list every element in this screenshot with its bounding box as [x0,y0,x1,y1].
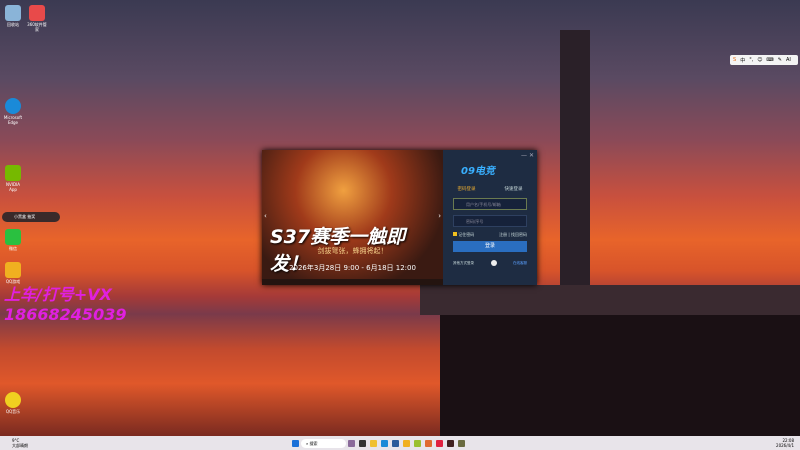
clock[interactable]: 22:08 2026/4/1 [776,438,800,448]
game-icon[interactable] [447,439,454,447]
nvidia-icon [5,165,21,181]
desktop-icon-recycle-bin[interactable]: 回收站 [2,5,24,27]
username-input[interactable]: 用户名/手机号/邮箱 [453,198,527,210]
banner-links [262,279,443,285]
other-login-icon[interactable] [490,260,497,266]
app-icon[interactable] [414,439,421,447]
promo-banner[interactable]: ‹ › S37赛季一触即发！ 剑拔弩张，蜂拥将起！ 2026年3月28日 9:0… [262,150,443,285]
login-button[interactable]: 登录 [453,241,527,252]
support-link[interactable]: 在线客服 [513,261,527,266]
qqmusic-icon [5,392,21,408]
remember-checkbox[interactable]: 记住密码 [453,232,474,238]
pier-tower [560,30,590,290]
desktop-icon-wechat[interactable]: 微信 [2,229,24,251]
close-icon[interactable]: ✕ [529,152,534,159]
qqgame-icon[interactable] [403,439,410,447]
minimize-icon[interactable]: — [521,152,527,159]
forgot-link[interactable]: 找回密码 [511,232,527,237]
ime-toolbar[interactable]: S 中 °, ☺ ⌨ ✎ AI [730,55,798,65]
wechat-icon [5,229,21,245]
password-input[interactable]: 密码/序号 [453,215,527,227]
login-panel: — ✕ 09电竞 密码登录 快速登录 用户名/手机号/邮箱 密码/序号 记住密码… [443,150,537,285]
banner-date: 2026年3月28日 9:00 - 6月18日 12:00 [289,264,416,272]
notification-pill[interactable]: 小黑盒 抽奖 [2,212,60,222]
banner-subtitle: 剑拔弩张，蜂拥将起！ [317,247,388,255]
app-icon[interactable] [348,439,355,447]
app-icon[interactable] [436,439,443,447]
register-link[interactable]: 注册 [499,232,507,237]
tab-password-login[interactable]: 密码登录 [458,186,476,192]
weather-widget[interactable]: 9°C 大部晴朗 [0,438,120,448]
desktop-icon-360[interactable]: 360软件管家 [26,5,48,32]
next-arrow-icon[interactable]: › [438,212,441,220]
app-icon[interactable] [425,439,432,447]
desktop-icon-edge[interactable]: Microsoft Edge [2,98,24,125]
logo: 09电竞 [461,166,495,177]
watermark-text: 上车/打号+VX 18668245039 [4,285,127,324]
app-icon[interactable] [458,439,465,447]
file-explorer-icon[interactable] [370,439,377,447]
store-icon[interactable] [392,439,399,447]
pier-deck [420,285,800,315]
task-view-icon[interactable] [359,439,366,447]
qqgame-icon [5,262,21,278]
desktop-icon-qqmusic[interactable]: QQ音乐 [2,392,24,414]
pier-base [440,315,800,436]
start-icon[interactable] [292,439,299,447]
edge-icon[interactable] [381,439,388,447]
desktop-icon-nvidia[interactable]: NVIDIA App [2,165,24,192]
prev-arrow-icon[interactable]: ‹ [264,212,267,220]
search-box[interactable]: ⌕ 搜索 [301,438,346,448]
taskbar: 9°C 大部晴朗 ⌕ 搜索 22:08 2026/4/1 [0,436,800,450]
edge-icon [5,98,21,114]
recycle-bin-icon [5,5,21,21]
tab-quick-login[interactable]: 快速登录 [505,186,523,192]
other-login-label: 其他方式登录 [453,260,474,265]
desktop-icon-qqgame[interactable]: QQ游戏 [2,262,24,284]
login-dialog: ‹ › S37赛季一触即发！ 剑拔弩张，蜂拥将起！ 2026年3月28日 9:0… [262,150,537,285]
app-icon [29,5,45,21]
